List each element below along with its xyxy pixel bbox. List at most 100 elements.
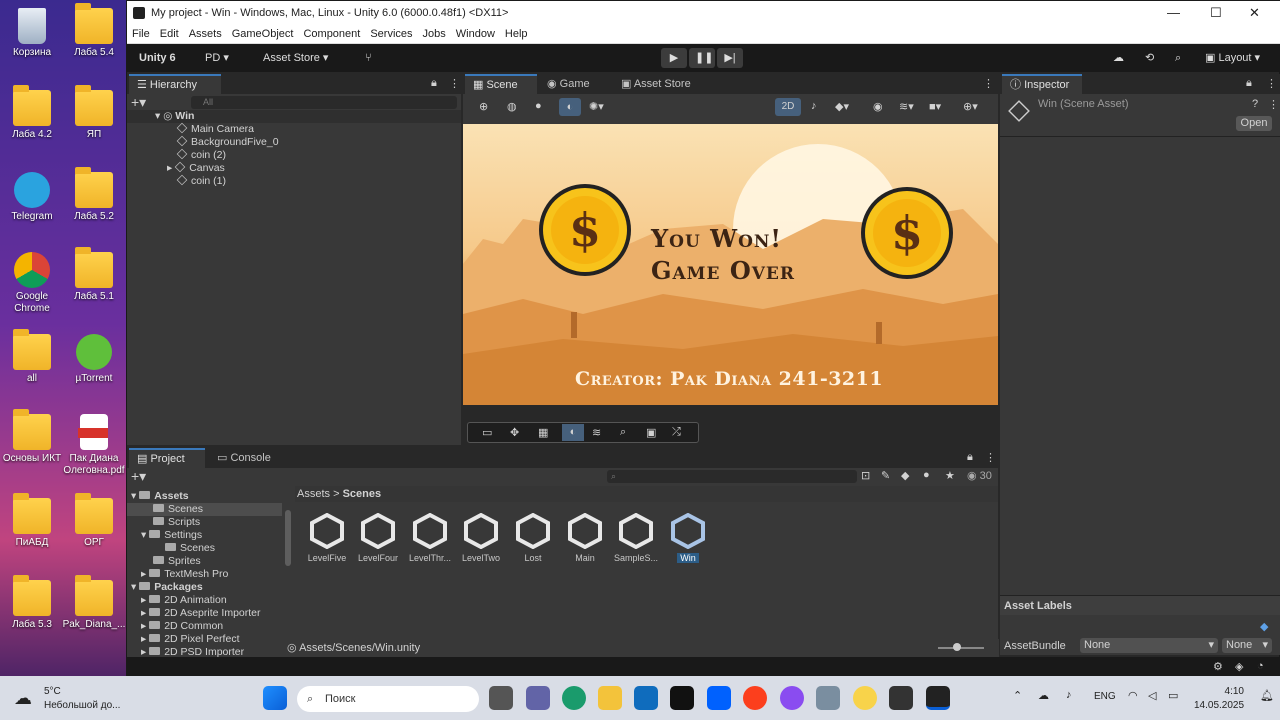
hierarchy-item[interactable]: coin (1) (176, 174, 226, 188)
tab-hierarchy[interactable]: ☰ Hierarchy (129, 74, 221, 94)
history-icon[interactable]: ⟲ (1139, 48, 1160, 68)
folder-icon[interactable]: Лаба 5.4 (62, 3, 126, 82)
telegram-app-icon[interactable]: Telegram (0, 168, 64, 246)
tab-inspector[interactable]: ⓘ Inspector (1002, 74, 1082, 94)
tree-item[interactable]: ▸ 2D Pixel Perfect (141, 633, 239, 646)
step-button[interactable]: ▶| (717, 48, 743, 68)
notifications-icon[interactable]: 🔔︎ (1260, 689, 1274, 702)
yandex-icon[interactable] (743, 686, 767, 710)
teams-icon[interactable] (526, 686, 550, 710)
clock-time[interactable]: 4:10 (1224, 686, 1244, 697)
folder-icon[interactable]: all (0, 329, 64, 408)
tree-scrollbar[interactable] (285, 510, 291, 566)
tag-icon[interactable]: ◆ (901, 469, 909, 482)
folder-icon[interactable]: Основы ИКТ (0, 409, 64, 488)
folder-icon[interactable]: Лаба 5.3 (0, 575, 64, 654)
menu-jobs[interactable]: Jobs (418, 26, 451, 42)
scene-asset-item[interactable]: Main (559, 512, 611, 563)
scene-asset-item[interactable]: LevelFive (301, 512, 353, 563)
grid-tool-icon[interactable]: ▦ (538, 426, 548, 439)
tree-item[interactable]: Scenes (165, 542, 215, 555)
tree-item[interactable]: Scripts (153, 516, 200, 529)
unity-editor-icon[interactable] (926, 686, 950, 710)
favorite-icon[interactable]: ★ (945, 469, 955, 482)
tab-asset-store[interactable]: ▣ Asset Store (613, 74, 699, 94)
menu-component[interactable]: Component (298, 26, 365, 42)
menu-edit[interactable]: Edit (155, 26, 184, 42)
menu-gameobject[interactable]: GameObject (227, 26, 299, 42)
warning-icon[interactable]: ● (923, 469, 930, 481)
menu-window[interactable]: Window (451, 26, 500, 42)
lock-icon[interactable]: 🔒︎ (1246, 77, 1252, 90)
tab-project[interactable]: ▤ Project (129, 448, 205, 468)
tree-item[interactable]: ▸ 2D Common (141, 620, 223, 633)
audio-icon[interactable]: ♪ (811, 100, 817, 112)
render-mode-icon[interactable]: ≋▾ (899, 100, 914, 113)
filter-type-icon[interactable]: ⊡ (861, 469, 870, 482)
menu-file[interactable]: File (127, 26, 155, 42)
shading-icon[interactable]: ● (535, 100, 542, 112)
create-button[interactable]: +▾ (131, 469, 146, 483)
tree-item[interactable]: ▸ 2D Animation (141, 594, 227, 607)
hierarchy-item[interactable]: ▸ Canvas (167, 161, 225, 175)
help-icon[interactable]: ? (1252, 98, 1258, 110)
tray-chevron-icon[interactable]: ⌃ (1013, 689, 1022, 702)
mail-icon[interactable] (634, 686, 658, 710)
version-control-icon[interactable]: ⑂ (359, 48, 378, 68)
cloud-icon[interactable]: ☁ (1107, 48, 1130, 68)
asset-bundle-dropdown[interactable]: None ▾ (1080, 638, 1218, 653)
alice-icon[interactable] (780, 686, 804, 710)
pd-dropdown[interactable]: PD ▾ (199, 48, 235, 68)
hierarchy-item[interactable]: BackgroundFive_0 (176, 135, 279, 149)
2d-toggle[interactable]: 2D (775, 98, 801, 116)
weather-desc[interactable]: Небольшой до... (44, 700, 120, 711)
close-button[interactable]: ✕ (1249, 5, 1260, 21)
menu-assets[interactable]: Assets (184, 26, 227, 42)
scene-row-win[interactable]: ▾ ◎ Win (127, 110, 461, 123)
asset-bundle-variant-dropdown[interactable]: None ▾ (1222, 638, 1272, 653)
filter-label-icon[interactable]: ✎ (881, 469, 890, 482)
more-icon[interactable]: ⋮ (449, 77, 460, 90)
tab-scene[interactable]: ▦ Scene (465, 74, 537, 94)
calculator-icon[interactable] (816, 686, 840, 710)
folder-icon[interactable]: ПиАБД (0, 493, 64, 572)
open-button[interactable]: Open (1236, 116, 1272, 131)
zoom-slider[interactable] (938, 647, 984, 649)
tree-item[interactable]: Sprites (153, 555, 201, 568)
tree-item[interactable]: ▸ 2D Aseprite Importer (141, 607, 261, 620)
menu-services[interactable]: Services (365, 26, 417, 42)
weather-temp[interactable]: 5°C (44, 686, 61, 697)
lock-icon[interactable]: 🔒︎ (967, 451, 973, 464)
microphone-icon[interactable]: ♪ (1066, 689, 1072, 701)
tag-icon[interactable]: ◆ (1260, 620, 1268, 633)
add-button[interactable]: +▾ (131, 95, 146, 109)
bolt-app-icon[interactable] (670, 686, 694, 710)
yandex-browser-icon[interactable] (853, 686, 877, 710)
language-indicator[interactable]: ENG (1094, 691, 1116, 702)
maximize-button[interactable]: ☐ (1210, 5, 1222, 21)
wifi-icon[interactable]: ◠ (1128, 689, 1138, 702)
start-button-icon[interactable] (263, 686, 287, 710)
asset-store-dropdown[interactable]: Asset Store ▾ (257, 48, 334, 68)
lock-icon[interactable]: 🔒︎ (431, 77, 437, 90)
more-icon[interactable]: ⋮ (1266, 77, 1277, 90)
unity-account-button[interactable]: Unity 6 (133, 48, 182, 68)
scene-asset-item[interactable]: LevelFour (352, 512, 404, 563)
explorer-icon[interactable] (598, 686, 622, 710)
camera-icon[interactable]: ■▾ (929, 100, 941, 113)
scene-asset-item[interactable]: LevelTwo (455, 512, 507, 563)
dropbox-icon[interactable] (707, 686, 731, 710)
effects-icon[interactable]: ✺▾ (589, 100, 604, 113)
unity-hub-icon[interactable] (889, 686, 913, 710)
hierarchy-item[interactable]: coin (2) (176, 148, 226, 162)
tree-item[interactable]: ▾ Settings (141, 529, 202, 542)
task-view-icon[interactable] (489, 686, 513, 710)
layers-tool-icon[interactable]: ≋ (592, 426, 601, 439)
rect-tool-icon[interactable]: ▭ (482, 426, 492, 439)
tree-item[interactable]: ▸ 2D PSD Importer (141, 646, 244, 657)
folder-icon[interactable]: Pak_Diana_... (62, 575, 126, 654)
folder-icon[interactable]: Лаба 5.2 (62, 167, 126, 246)
tab-game[interactable]: ◉ Game (539, 74, 598, 94)
breadcrumb-current[interactable]: Scenes (343, 488, 382, 500)
folder-icon[interactable]: Лаба 5.1 (62, 247, 126, 326)
